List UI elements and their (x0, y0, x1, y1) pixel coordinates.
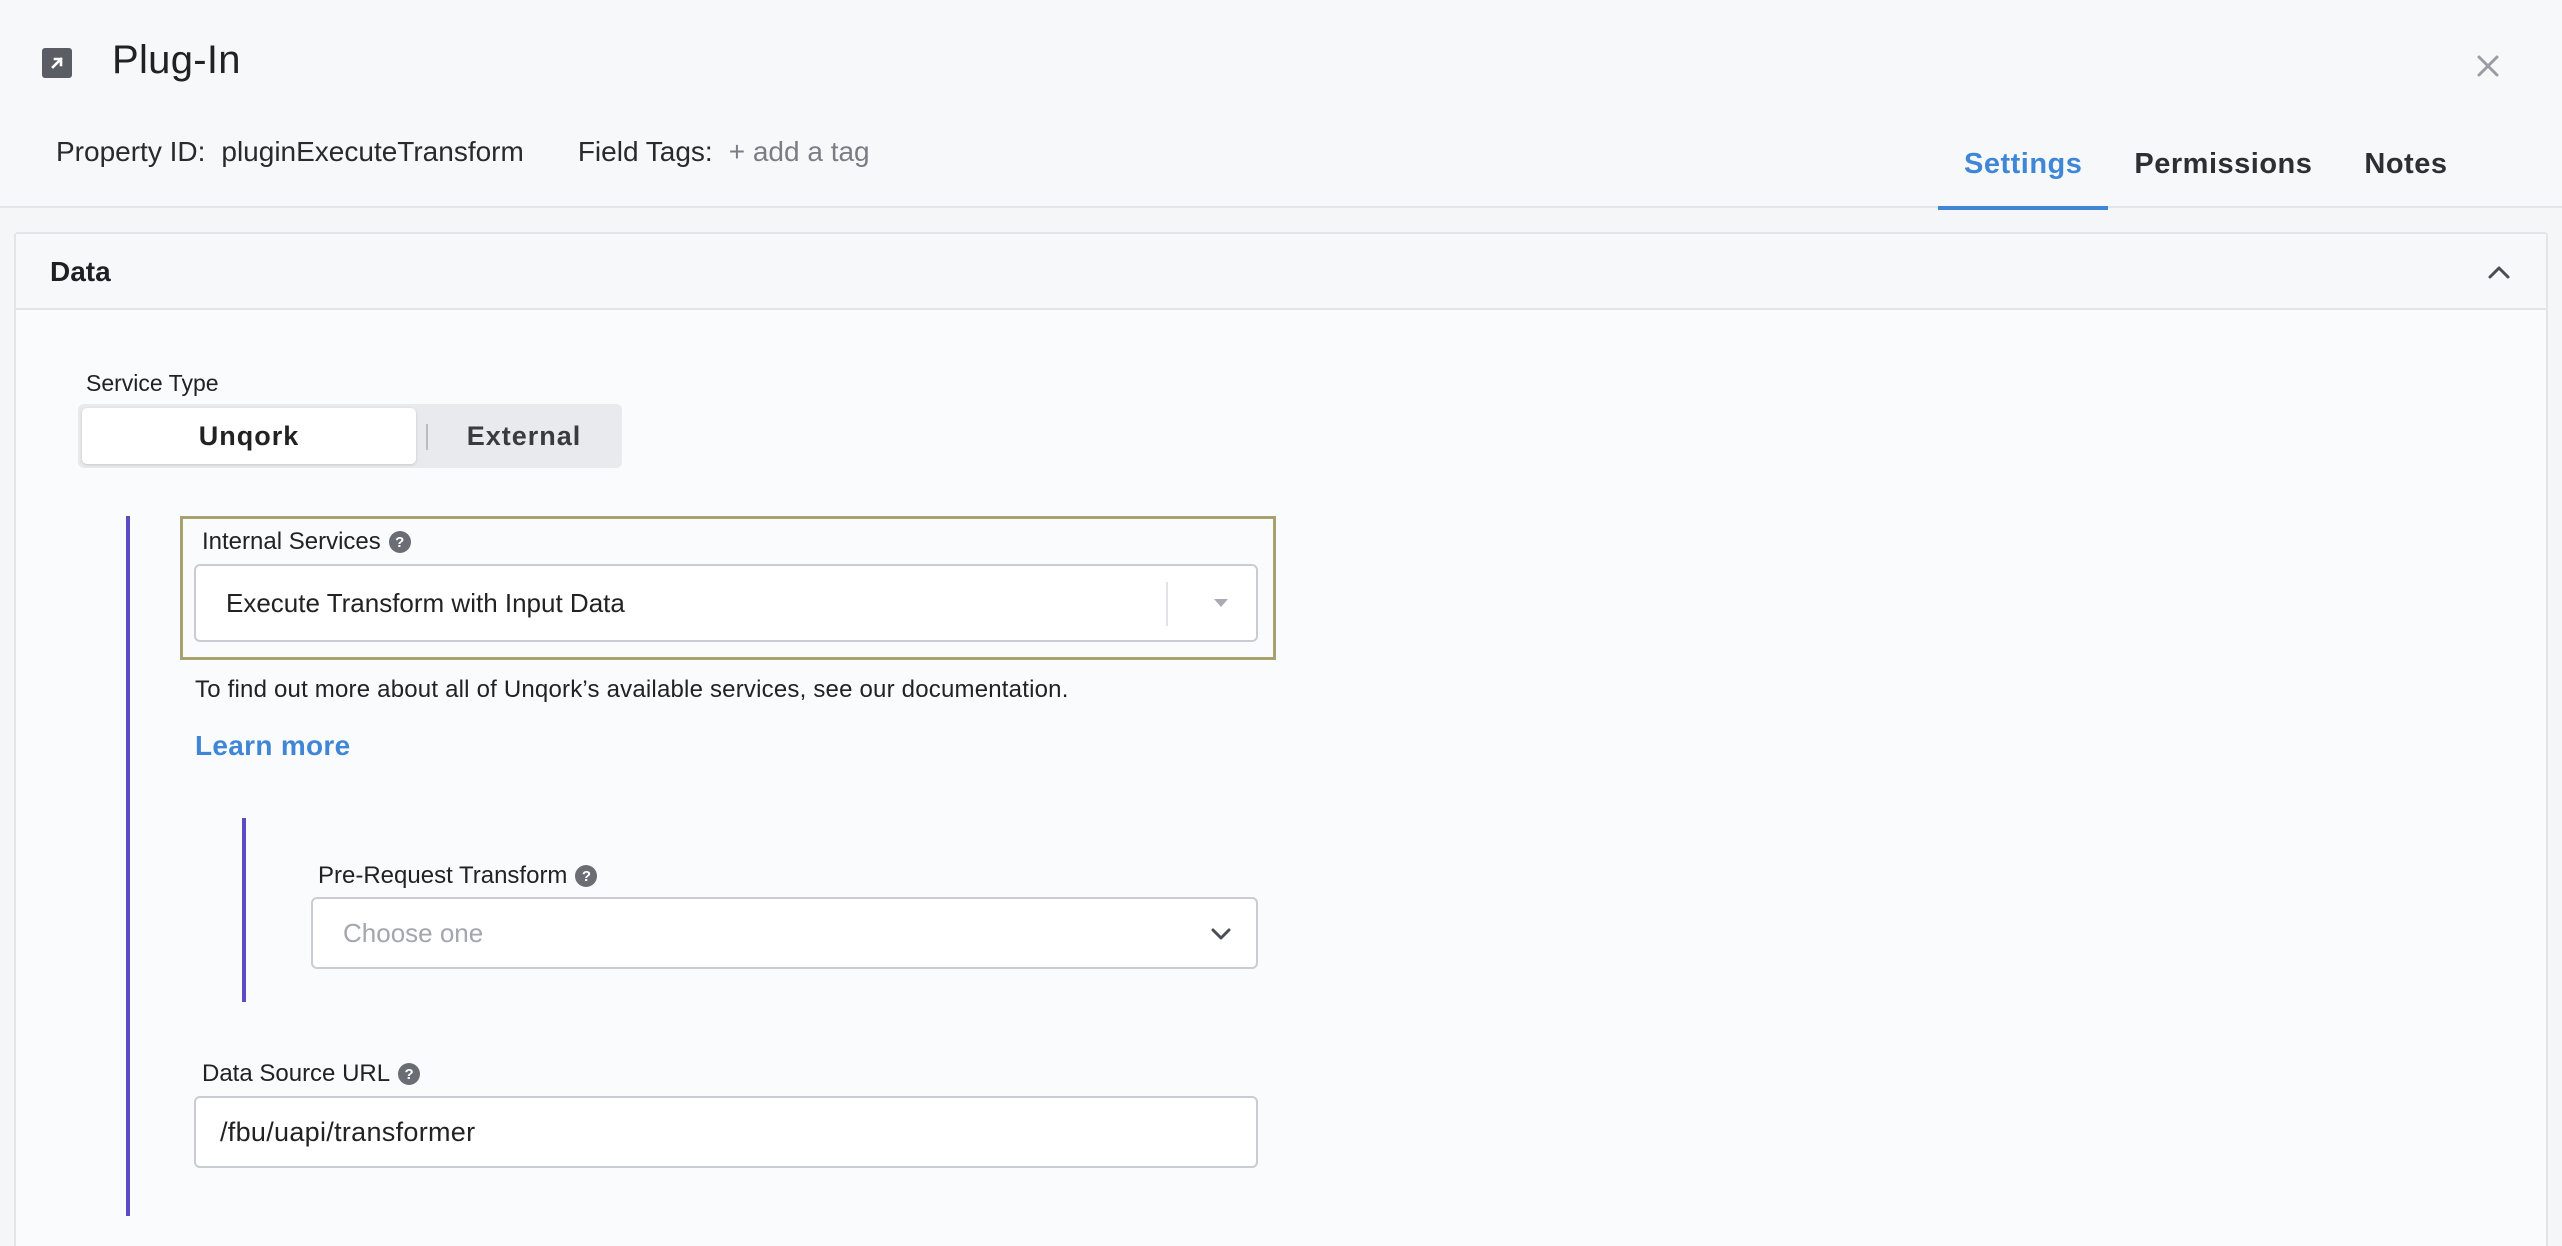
learn-more-link[interactable]: Learn more (195, 730, 351, 762)
tab-bar: Settings Permissions Notes (1938, 120, 2473, 210)
data-source-url-label: Data Source URL (202, 1060, 391, 1087)
service-type-toggle: Unqork External (78, 404, 622, 468)
tab-settings[interactable]: Settings (1938, 120, 2109, 210)
chevron-down-icon (1208, 921, 1234, 947)
pre-request-placeholder: Choose one (343, 917, 484, 948)
property-id-value: pluginExecuteTransform (221, 136, 524, 167)
data-source-url-value: /fbu/uapi/transformer (220, 1116, 476, 1147)
data-panel: Data (14, 232, 2548, 1246)
modal-header: Plug-In Property ID: pluginExecuteTransfo… (0, 0, 2562, 210)
internal-services-label-wrap: Internal Services ? (202, 528, 411, 556)
property-id-label: Property ID: (56, 136, 206, 167)
pre-request-select[interactable]: Choose one (311, 897, 1258, 969)
service-type-label: Service Type (86, 370, 219, 396)
select-divider (1166, 582, 1168, 626)
internal-services-value: Execute Transform with Input Data (226, 587, 625, 618)
external-link-icon (42, 48, 72, 78)
help-icon[interactable]: ? (398, 1063, 421, 1085)
panel-header[interactable]: Data (16, 234, 2546, 310)
service-type-unqork[interactable]: Unqork (82, 408, 416, 464)
collapse-button[interactable] (2482, 256, 2516, 290)
close-icon (2477, 55, 2499, 77)
data-source-url-input[interactable]: /fbu/uapi/transformer (194, 1096, 1258, 1168)
internal-services-select[interactable]: Execute Transform with Input Data (194, 564, 1258, 642)
modal-title: Plug-In (112, 38, 241, 82)
internal-services-label: Internal Services (202, 528, 381, 555)
add-tag-button[interactable]: + add a tag (729, 136, 870, 167)
nesting-bar-inner (242, 818, 246, 1002)
service-type-external[interactable]: External (430, 408, 618, 464)
close-button[interactable] (2466, 44, 2510, 88)
pre-request-label-wrap: Pre-Request Transform ? (318, 862, 598, 890)
tab-notes[interactable]: Notes (2338, 120, 2473, 208)
pre-request-label: Pre-Request Transform (318, 862, 568, 889)
chevron-up-icon (2488, 266, 2510, 279)
caret-down-icon (1208, 590, 1234, 616)
nesting-bar (126, 516, 130, 1216)
help-icon[interactable]: ? (575, 865, 598, 887)
toggle-divider (426, 424, 428, 450)
data-source-label-wrap: Data Source URL ? (202, 1060, 421, 1088)
field-tags-label: Field Tags: (577, 136, 713, 167)
helper-text: To find out more about all of Unqork’s a… (195, 676, 1069, 703)
tab-permissions[interactable]: Permissions (2108, 120, 2338, 208)
meta-row: Property ID: pluginExecuteTransform Field … (56, 136, 870, 168)
help-icon[interactable]: ? (388, 531, 411, 553)
panel-title: Data (50, 256, 111, 287)
